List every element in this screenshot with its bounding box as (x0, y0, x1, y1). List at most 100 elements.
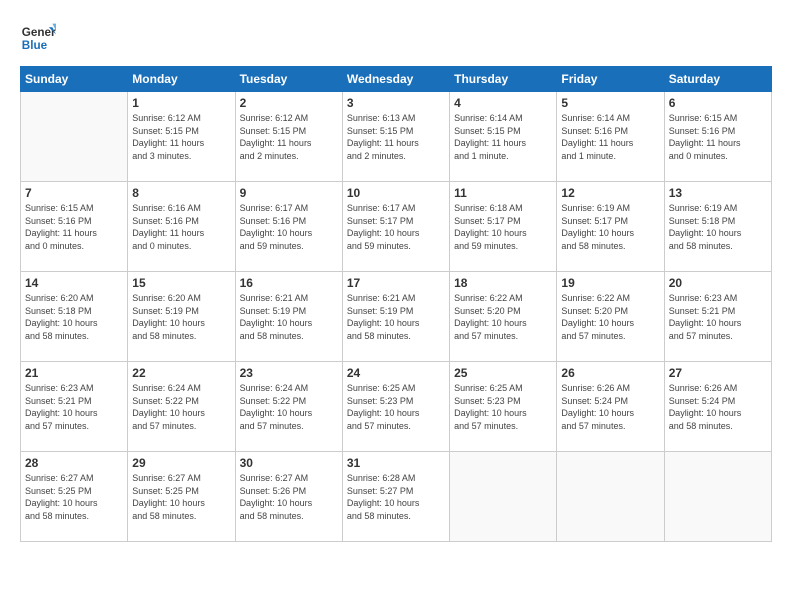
calendar-cell: 9 Sunrise: 6:17 AM Sunset: 5:16 PM Daylig… (235, 182, 342, 272)
calendar-cell: 2 Sunrise: 6:12 AM Sunset: 5:15 PM Daylig… (235, 92, 342, 182)
svg-text:Blue: Blue (22, 39, 48, 52)
calendar-cell: 17Sunrise: 6:21 AM Sunset: 5:19 PM Dayli… (342, 272, 449, 362)
calendar-cell: 5 Sunrise: 6:14 AM Sunset: 5:16 PM Daylig… (557, 92, 664, 182)
calendar-header-row: SundayMondayTuesdayWednesdayThursdayFrid… (21, 67, 772, 92)
day-number: 25 (454, 366, 552, 380)
day-info: Sunrise: 6:24 AM Sunset: 5:22 PM Dayligh… (240, 382, 338, 432)
calendar-week-2: 7 Sunrise: 6:15 AM Sunset: 5:16 PM Daylig… (21, 182, 772, 272)
day-number: 7 (25, 186, 123, 200)
calendar-cell: 27 Sunrise: 6:26 AM Sunset: 5:24 PM Dayli… (664, 362, 771, 452)
calendar-cell: 25 Sunrise: 6:25 AM Sunset: 5:23 PM Dayli… (450, 362, 557, 452)
calendar-cell: 29 Sunrise: 6:27 AM Sunset: 5:25 PM Dayli… (128, 452, 235, 542)
calendar-cell: 13Sunrise: 6:19 AM Sunset: 5:18 PM Dayli… (664, 182, 771, 272)
day-info: Sunrise: 6:14 AM Sunset: 5:16 PM Dayligh… (561, 112, 659, 162)
page-header: General Blue (20, 20, 772, 56)
day-number: 23 (240, 366, 338, 380)
day-info: Sunrise: 6:12 AM Sunset: 5:15 PM Dayligh… (132, 112, 230, 162)
calendar-cell: 19 Sunrise: 6:22 AM Sunset: 5:20 PM Dayli… (557, 272, 664, 362)
day-number: 15 (132, 276, 230, 290)
day-number: 12 (561, 186, 659, 200)
day-number: 11 (454, 186, 552, 200)
calendar-cell (664, 452, 771, 542)
day-info: Sunrise: 6:27 AM Sunset: 5:25 PM Dayligh… (25, 472, 123, 522)
day-number: 17 (347, 276, 445, 290)
day-info: Sunrise: 6:22 AM Sunset: 5:20 PM Dayligh… (454, 292, 552, 342)
calendar-cell: 18 Sunrise: 6:22 AM Sunset: 5:20 PM Dayli… (450, 272, 557, 362)
calendar-cell (557, 452, 664, 542)
calendar-cell: 8 Sunrise: 6:16 AM Sunset: 5:16 PM Daylig… (128, 182, 235, 272)
calendar-cell: 12 Sunrise: 6:19 AM Sunset: 5:17 PM Dayli… (557, 182, 664, 272)
day-info: Sunrise: 6:21 AM Sunset: 5:19 PM Dayligh… (240, 292, 338, 342)
day-number: 30 (240, 456, 338, 470)
calendar-cell (450, 452, 557, 542)
day-info: Sunrise: 6:20 AM Sunset: 5:19 PM Dayligh… (132, 292, 230, 342)
logo: General Blue (20, 20, 56, 56)
day-number: 18 (454, 276, 552, 290)
day-info: Sunrise: 6:28 AM Sunset: 5:27 PM Dayligh… (347, 472, 445, 522)
day-number: 4 (454, 96, 552, 110)
calendar-cell: 10 Sunrise: 6:17 AM Sunset: 5:17 PM Dayli… (342, 182, 449, 272)
day-number: 19 (561, 276, 659, 290)
calendar-cell: 23 Sunrise: 6:24 AM Sunset: 5:22 PM Dayli… (235, 362, 342, 452)
calendar-cell: 16 Sunrise: 6:21 AM Sunset: 5:19 PM Dayli… (235, 272, 342, 362)
day-number: 27 (669, 366, 767, 380)
day-number: 8 (132, 186, 230, 200)
day-info: Sunrise: 6:19 AM Sunset: 5:17 PM Dayligh… (561, 202, 659, 252)
calendar-cell: 28 Sunrise: 6:27 AM Sunset: 5:25 PM Dayli… (21, 452, 128, 542)
day-number: 2 (240, 96, 338, 110)
column-header-monday: Monday (128, 67, 235, 92)
calendar-week-5: 28 Sunrise: 6:27 AM Sunset: 5:25 PM Dayli… (21, 452, 772, 542)
day-info: Sunrise: 6:23 AM Sunset: 5:21 PM Dayligh… (669, 292, 767, 342)
day-info: Sunrise: 6:15 AM Sunset: 5:16 PM Dayligh… (25, 202, 123, 252)
day-info: Sunrise: 6:14 AM Sunset: 5:15 PM Dayligh… (454, 112, 552, 162)
calendar-week-1: 1 Sunrise: 6:12 AM Sunset: 5:15 PM Daylig… (21, 92, 772, 182)
day-number: 26 (561, 366, 659, 380)
column-header-wednesday: Wednesday (342, 67, 449, 92)
calendar-cell: 21Sunrise: 6:23 AM Sunset: 5:21 PM Dayli… (21, 362, 128, 452)
day-info: Sunrise: 6:16 AM Sunset: 5:16 PM Dayligh… (132, 202, 230, 252)
day-info: Sunrise: 6:20 AM Sunset: 5:18 PM Dayligh… (25, 292, 123, 342)
day-info: Sunrise: 6:25 AM Sunset: 5:23 PM Dayligh… (454, 382, 552, 432)
day-info: Sunrise: 6:15 AM Sunset: 5:16 PM Dayligh… (669, 112, 767, 162)
day-info: Sunrise: 6:26 AM Sunset: 5:24 PM Dayligh… (561, 382, 659, 432)
day-info: Sunrise: 6:27 AM Sunset: 5:26 PM Dayligh… (240, 472, 338, 522)
day-info: Sunrise: 6:17 AM Sunset: 5:16 PM Dayligh… (240, 202, 338, 252)
day-number: 28 (25, 456, 123, 470)
calendar-table: SundayMondayTuesdayWednesdayThursdayFrid… (20, 66, 772, 542)
day-number: 10 (347, 186, 445, 200)
day-info: Sunrise: 6:27 AM Sunset: 5:25 PM Dayligh… (132, 472, 230, 522)
column-header-sunday: Sunday (21, 67, 128, 92)
calendar-cell: 1 Sunrise: 6:12 AM Sunset: 5:15 PM Daylig… (128, 92, 235, 182)
day-info: Sunrise: 6:18 AM Sunset: 5:17 PM Dayligh… (454, 202, 552, 252)
day-info: Sunrise: 6:25 AM Sunset: 5:23 PM Dayligh… (347, 382, 445, 432)
day-number: 3 (347, 96, 445, 110)
day-number: 5 (561, 96, 659, 110)
column-header-friday: Friday (557, 67, 664, 92)
day-info: Sunrise: 6:17 AM Sunset: 5:17 PM Dayligh… (347, 202, 445, 252)
day-number: 22 (132, 366, 230, 380)
column-header-saturday: Saturday (664, 67, 771, 92)
day-number: 24 (347, 366, 445, 380)
day-number: 16 (240, 276, 338, 290)
day-number: 29 (132, 456, 230, 470)
day-info: Sunrise: 6:13 AM Sunset: 5:15 PM Dayligh… (347, 112, 445, 162)
calendar-cell: 30 Sunrise: 6:27 AM Sunset: 5:26 PM Dayli… (235, 452, 342, 542)
day-number: 1 (132, 96, 230, 110)
day-number: 20 (669, 276, 767, 290)
day-info: Sunrise: 6:12 AM Sunset: 5:15 PM Dayligh… (240, 112, 338, 162)
calendar-cell: 31 Sunrise: 6:28 AM Sunset: 5:27 PM Dayli… (342, 452, 449, 542)
day-info: Sunrise: 6:26 AM Sunset: 5:24 PM Dayligh… (669, 382, 767, 432)
day-number: 31 (347, 456, 445, 470)
calendar-cell: 14Sunrise: 6:20 AM Sunset: 5:18 PM Dayli… (21, 272, 128, 362)
calendar-cell: 26 Sunrise: 6:26 AM Sunset: 5:24 PM Dayli… (557, 362, 664, 452)
calendar-cell: 3 Sunrise: 6:13 AM Sunset: 5:15 PM Daylig… (342, 92, 449, 182)
calendar-cell: 15 Sunrise: 6:20 AM Sunset: 5:19 PM Dayli… (128, 272, 235, 362)
calendar-cell (21, 92, 128, 182)
day-number: 9 (240, 186, 338, 200)
calendar-cell: 11 Sunrise: 6:18 AM Sunset: 5:17 PM Dayli… (450, 182, 557, 272)
day-info: Sunrise: 6:19 AM Sunset: 5:18 PM Dayligh… (669, 202, 767, 252)
column-header-thursday: Thursday (450, 67, 557, 92)
logo-icon: General Blue (20, 20, 56, 56)
calendar-cell: 6Sunrise: 6:15 AM Sunset: 5:16 PM Daylig… (664, 92, 771, 182)
day-info: Sunrise: 6:22 AM Sunset: 5:20 PM Dayligh… (561, 292, 659, 342)
